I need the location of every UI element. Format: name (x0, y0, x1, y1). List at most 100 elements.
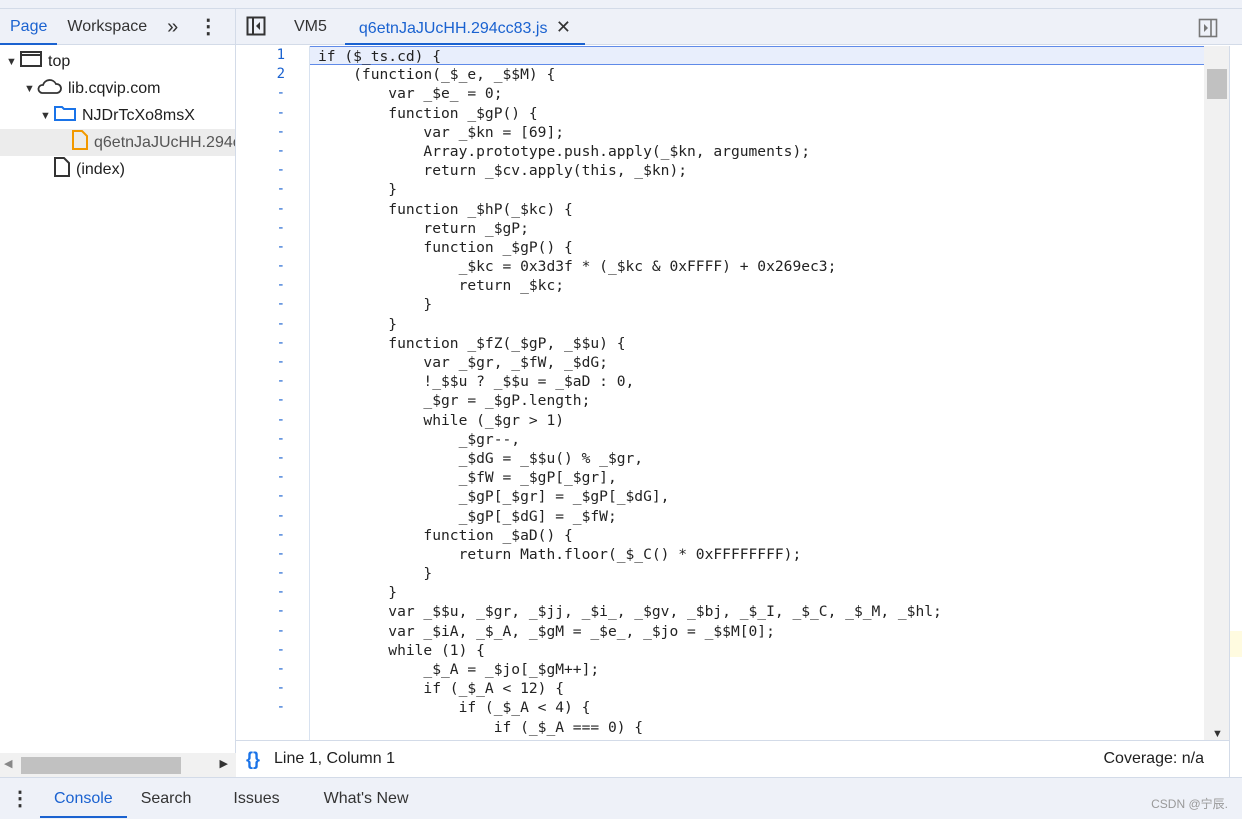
code-line: _$fW = _$gP[_$gr], (318, 469, 617, 487)
folder-icon (54, 105, 76, 126)
code-line: function _$fZ(_$gP, _$$u) { (318, 334, 626, 352)
tree-label: top (48, 52, 71, 70)
line-number[interactable]: - (236, 123, 309, 142)
tree-item-index[interactable]: (index) (0, 156, 235, 183)
tree-item-top[interactable]: ▼ top (0, 48, 235, 75)
pretty-print-icon[interactable]: {} (246, 749, 260, 770)
cloud-icon (36, 78, 62, 99)
toggle-debugger-icon[interactable] (1198, 18, 1218, 42)
line-number[interactable]: - (236, 602, 309, 621)
code-line: _$gP[_$gr] = _$gP[_$dG], (318, 488, 670, 506)
code-line: function _$aD() { (318, 526, 573, 544)
file-icon (72, 130, 88, 155)
tab-whats-new[interactable]: What's New (294, 780, 423, 818)
expand-arrow-icon[interactable]: ▼ (24, 83, 36, 95)
code-line: return _$gP; (318, 219, 529, 237)
expand-arrow-icon[interactable]: ▼ (6, 56, 18, 68)
code-line: var _$gr, _$fW, _$dG; (318, 354, 608, 371)
line-number[interactable]: - (236, 161, 309, 180)
line-number[interactable]: 2 (236, 65, 309, 84)
code-line: return _$cv.apply(this, _$kn); (318, 162, 688, 180)
line-number[interactable]: - (236, 142, 309, 161)
line-number[interactable]: - (236, 353, 309, 372)
code-line: function _$hP(_$kc) { (318, 200, 573, 218)
line-number[interactable]: 1 (236, 46, 309, 65)
navigator-panel: Page Workspace » ⋮ ▼ top ▼ lib.cqvip.com ▼… (0, 9, 236, 777)
line-number[interactable]: - (236, 104, 309, 123)
line-number[interactable]: - (236, 583, 309, 602)
code-line: } (318, 315, 398, 333)
code-line: function _$gP() { (318, 238, 573, 256)
line-number[interactable]: - (236, 449, 309, 468)
line-number[interactable]: - (236, 219, 309, 238)
scrollbar-thumb[interactable] (21, 757, 181, 774)
drawer-tabs: ⋮ Console Search Issues What's New CSDN … (0, 777, 1242, 819)
line-number[interactable]: - (236, 238, 309, 257)
code-line: while (1) { (318, 641, 485, 659)
tab-issues[interactable]: Issues (205, 780, 293, 818)
code-line: } (318, 565, 433, 583)
tab-label: q6etnJaJUcHH.294cc83.js (358, 19, 548, 37)
tab-script-file[interactable]: q6etnJaJUcHH.294cc83.js ✕ (344, 9, 585, 45)
line-number[interactable]: - (236, 411, 309, 430)
tab-search[interactable]: Search (127, 780, 206, 818)
tab-workspace[interactable]: Workspace (57, 9, 157, 45)
line-number[interactable]: - (236, 372, 309, 391)
tree-item-domain[interactable]: ▼ lib.cqvip.com (0, 75, 235, 102)
tree-item-script-file[interactable]: q6etnJaJUcHH.294c (0, 129, 235, 156)
scrollbar-thumb[interactable] (1207, 69, 1227, 99)
cursor-position: Line 1, Column 1 (274, 750, 395, 767)
line-number[interactable]: - (236, 641, 309, 660)
code-line: Array.prototype.push.apply(_$kn, argumen… (318, 142, 811, 160)
code-line: (function(_$_e, _$$M) { (318, 66, 556, 84)
line-number[interactable]: - (236, 430, 309, 449)
code-line: var _$e_ = 0; (318, 85, 503, 103)
code-line: _$_A = _$jo[_$gM++]; (318, 661, 600, 678)
line-number[interactable]: - (236, 334, 309, 353)
drawer-menu-icon[interactable]: ⋮ (0, 780, 40, 818)
code-editor[interactable]: 12--------------------------------- if (… (236, 46, 1204, 740)
line-number[interactable]: - (236, 200, 309, 219)
tab-console[interactable]: Console (40, 780, 127, 818)
line-number[interactable]: - (236, 295, 309, 314)
line-number[interactable]: - (236, 468, 309, 487)
more-tabs-icon[interactable]: » (157, 9, 188, 45)
horizontal-scrollbar[interactable]: ◀ ▶ (0, 753, 236, 777)
line-number[interactable]: - (236, 487, 309, 506)
expand-arrow-icon[interactable]: ▼ (40, 110, 52, 122)
line-number[interactable]: - (236, 180, 309, 199)
line-number[interactable]: - (236, 315, 309, 334)
status-bar: {} Line 1, Column 1 Coverage: n/a (236, 740, 1230, 777)
line-number[interactable]: - (236, 391, 309, 410)
close-icon[interactable]: ✕ (556, 17, 571, 37)
tab-vm5[interactable]: VM5 (276, 9, 345, 45)
line-number[interactable]: - (236, 660, 309, 679)
line-number[interactable]: - (236, 526, 309, 545)
file-tree: ▼ top ▼ lib.cqvip.com ▼ NJDrTcXo8msX q6etnJ… (0, 45, 235, 183)
tree-label: (index) (76, 160, 125, 178)
code-content[interactable]: if ($_ts.cd) { (function(_$_e, _$$M) { v… (310, 46, 1204, 737)
kebab-menu-icon[interactable]: ⋮ (188, 9, 228, 45)
file-icon (54, 157, 70, 182)
code-line: _$gP[_$dG] = _$fW; (318, 507, 617, 525)
code-line: if (_$_A < 4) { (318, 699, 591, 717)
line-number[interactable]: - (236, 698, 309, 717)
line-number[interactable]: - (236, 84, 309, 103)
line-number-gutter[interactable]: 12--------------------------------- (236, 46, 310, 740)
code-line: var _$iA, _$_A, _$gM = _$e_, _$jo = _$$M… (318, 622, 775, 640)
coverage-status: Coverage: n/a (1103, 750, 1204, 767)
line-number[interactable]: - (236, 507, 309, 526)
toggle-navigator-icon[interactable] (236, 9, 276, 45)
line-number[interactable]: - (236, 622, 309, 641)
line-number[interactable]: - (236, 276, 309, 295)
tab-page[interactable]: Page (0, 9, 58, 45)
line-number[interactable]: - (236, 545, 309, 564)
line-number[interactable]: - (236, 679, 309, 698)
code-line: _$gr--, (318, 430, 521, 448)
vertical-scrollbar[interactable]: ▼ (1204, 46, 1230, 740)
line-number[interactable]: - (236, 564, 309, 583)
code-line: _$kc = 0x3d3f * (_$kc & 0xFFFF) + 0x269e… (318, 258, 837, 276)
code-line: _$dG = _$$u() % _$gr, (318, 449, 644, 467)
tree-item-folder[interactable]: ▼ NJDrTcXo8msX (0, 102, 235, 129)
line-number[interactable]: - (236, 257, 309, 276)
